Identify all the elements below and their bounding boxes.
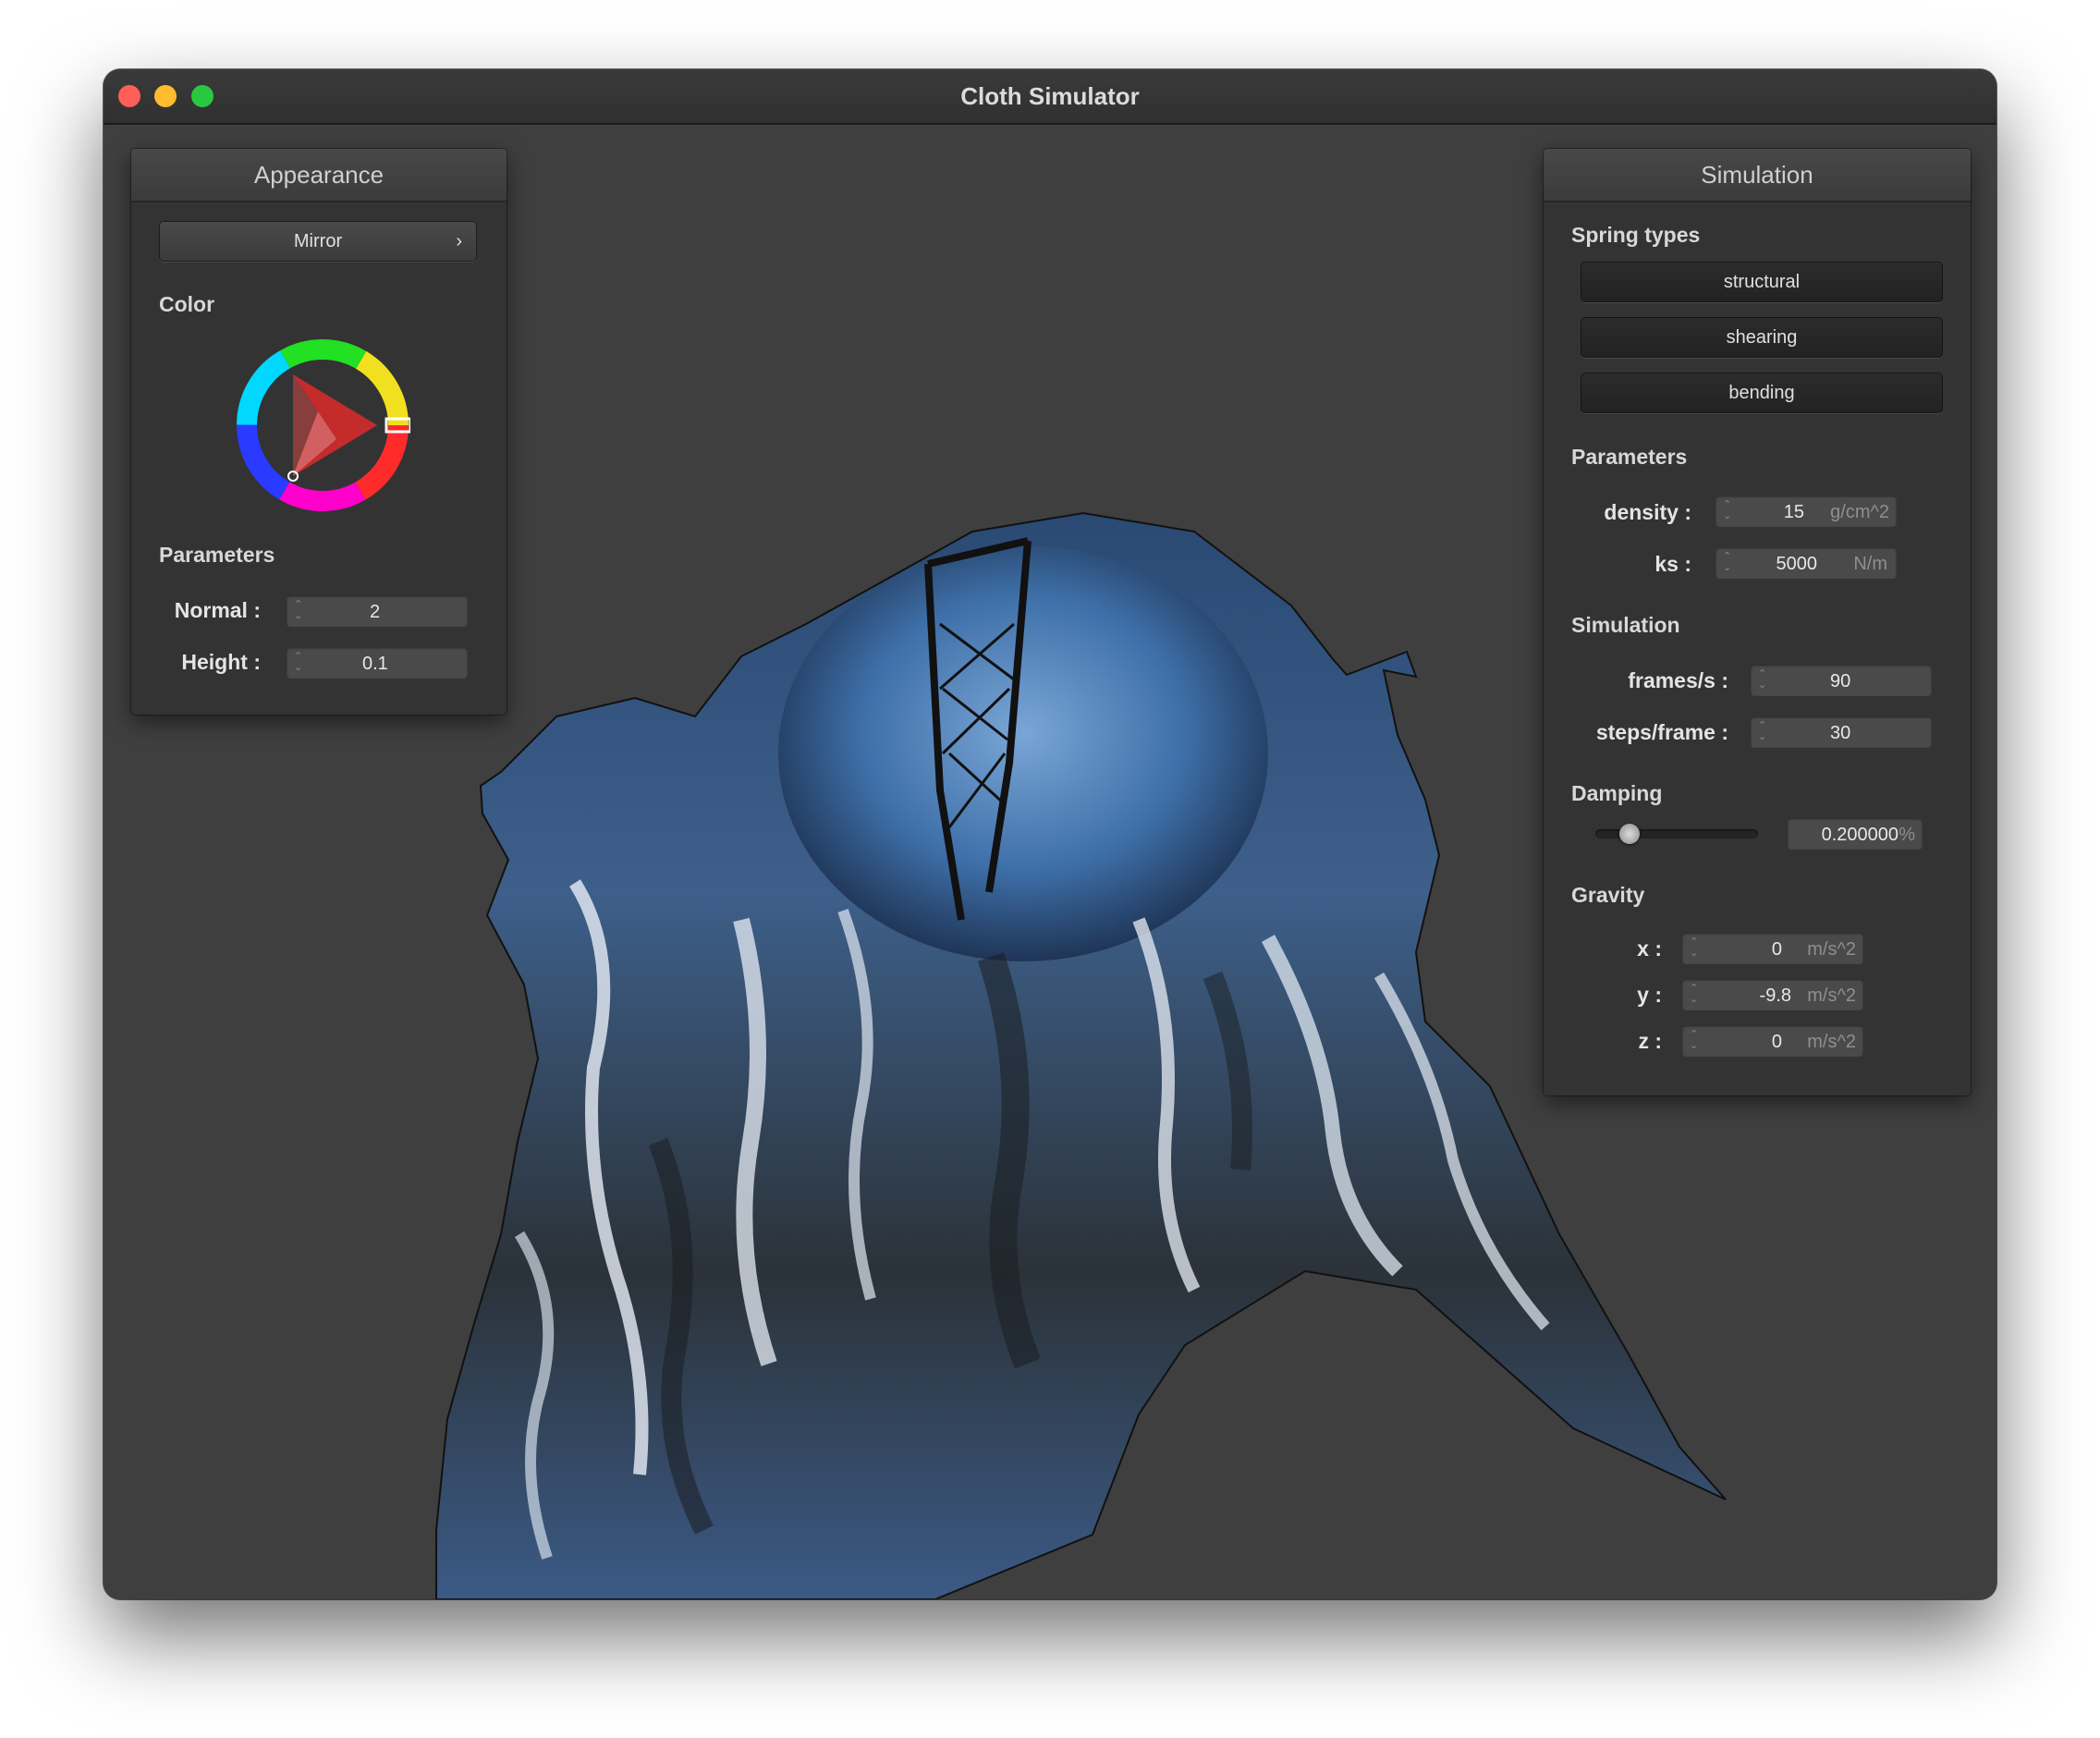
steps-per-frame-input[interactable]: ⌃ ⌄ 30 — [1751, 716, 1932, 748]
color-wheel[interactable] — [235, 337, 410, 513]
window-title: Cloth Simulator — [960, 82, 1140, 110]
gravity-y-label: y : — [1637, 983, 1662, 1007]
structural-spring-button[interactable]: structural — [1581, 262, 1943, 302]
density-input[interactable]: ⌃ ⌄ 15 g/cm^2 — [1715, 496, 1897, 527]
ks-input[interactable]: ⌃ ⌄ 5000 N/m — [1715, 547, 1897, 579]
gravity-z-unit: m/s^2 — [1807, 1032, 1856, 1052]
spinner-icon[interactable]: ⌃ ⌄ — [1723, 499, 1734, 521]
spinner-icon[interactable]: ⌃ ⌄ — [1723, 551, 1734, 573]
frames-per-second-input[interactable]: ⌃ ⌄ 90 — [1751, 665, 1932, 696]
bending-spring-button[interactable]: bending — [1581, 373, 1943, 413]
height-value: 0.1 — [362, 654, 388, 674]
color-section-label: Color — [159, 292, 215, 316]
height-input[interactable]: ⌃ ⌄ 0.1 — [287, 647, 468, 679]
gravity-x-value: 0 — [1771, 939, 1782, 960]
damping-slider-handle[interactable] — [1619, 824, 1640, 844]
simulation-section-label: Simulation — [1571, 613, 1680, 637]
damping-label: Damping — [1571, 781, 1663, 805]
damping-value: 0.200000 — [1821, 825, 1899, 845]
appearance-panel-header[interactable]: Appearance — [131, 149, 507, 202]
normal-input[interactable]: ⌃ ⌄ 2 — [287, 595, 468, 627]
gravity-x-input[interactable]: ⌃ ⌄ 0 m/s^2 — [1682, 933, 1863, 964]
gravity-z-value: 0 — [1771, 1032, 1782, 1052]
normal-label: Normal : — [174, 598, 261, 622]
title-bar: Cloth Simulator — [104, 69, 1996, 125]
gravity-label: Gravity — [1571, 883, 1645, 907]
damping-unit: % — [1899, 825, 1915, 845]
gravity-z-input[interactable]: ⌃ ⌄ 0 m/s^2 — [1682, 1025, 1863, 1057]
spinner-icon[interactable]: ⌃ ⌄ — [1690, 1029, 1701, 1051]
ks-label: ks : — [1654, 552, 1691, 576]
shader-select-label: Mirror — [293, 231, 343, 251]
spinner-icon[interactable]: ⌃ ⌄ — [294, 651, 305, 673]
damping-input[interactable]: 0.200000 % — [1788, 818, 1923, 850]
frames-per-second-label: frames/s : — [1628, 668, 1728, 692]
gravity-x-label: x : — [1637, 936, 1662, 961]
appearance-panel: Appearance Mirror › Color Parameters Nor… — [131, 149, 507, 715]
density-label: density : — [1604, 500, 1691, 524]
steps-per-frame-value: 30 — [1830, 723, 1851, 743]
ks-unit: N/m — [1853, 554, 1887, 574]
gravity-y-unit: m/s^2 — [1807, 985, 1856, 1006]
height-label: Height : — [181, 650, 261, 674]
spring-types-label: Spring types — [1571, 223, 1701, 247]
sim-parameters-label: Parameters — [1571, 445, 1688, 469]
ks-value: 5000 — [1776, 554, 1818, 574]
gravity-y-value: -9.8 — [1759, 985, 1791, 1006]
steps-per-frame-label: steps/frame : — [1595, 720, 1728, 744]
normal-value: 2 — [370, 602, 381, 622]
chevron-right-icon: › — [456, 231, 462, 251]
app-window: Cloth Simulator Appearance Mirror › Colo… — [104, 69, 1996, 1599]
simulation-panel-header[interactable]: Simulation — [1544, 149, 1971, 202]
spinner-icon[interactable]: ⌃ ⌄ — [1690, 983, 1701, 1005]
density-value: 15 — [1783, 502, 1804, 522]
shearing-spring-button[interactable]: shearing — [1581, 317, 1943, 358]
damping-slider[interactable] — [1595, 824, 1758, 844]
appearance-parameters-label: Parameters — [159, 543, 275, 567]
shader-select-button[interactable]: Mirror › — [159, 221, 477, 262]
spinner-icon[interactable]: ⌃ ⌄ — [1690, 936, 1701, 959]
gravity-y-input[interactable]: ⌃ ⌄ -9.8 m/s^2 — [1682, 979, 1863, 1010]
spinner-icon[interactable]: ⌃ ⌄ — [1758, 668, 1769, 691]
spinner-icon[interactable]: ⌃ ⌄ — [294, 599, 305, 621]
spinner-icon[interactable]: ⌃ ⌄ — [1758, 720, 1769, 742]
gravity-z-label: z : — [1638, 1029, 1662, 1053]
density-unit: g/cm^2 — [1830, 502, 1889, 522]
gravity-x-unit: m/s^2 — [1807, 939, 1856, 960]
frames-per-second-value: 90 — [1830, 671, 1851, 692]
simulation-panel: Simulation Spring types structural shear… — [1544, 149, 1971, 1095]
